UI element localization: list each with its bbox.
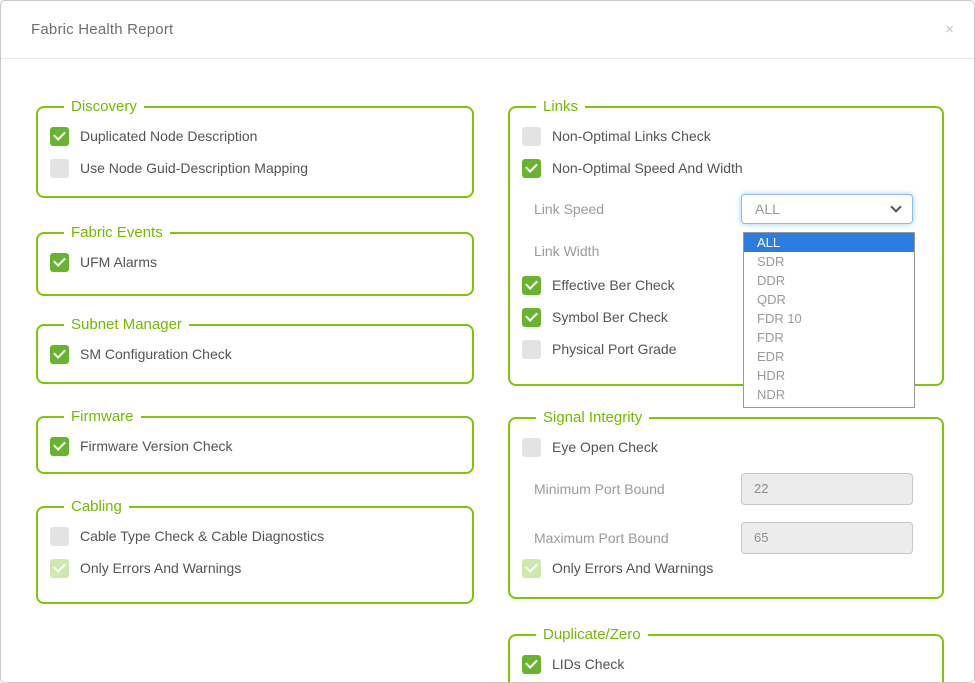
dialog-header: Fabric Health Report × — [1, 1, 974, 59]
checkbox-row: SM Configuration Check — [50, 345, 460, 364]
checkbox-label: SM Configuration Check — [80, 346, 232, 362]
link-speed-dropdown-list: ALL SDR DDR QDR FDR 10 FDR EDR HDR NDR — [743, 232, 915, 408]
section-links-legend: Links — [536, 99, 585, 116]
dropdown-option-ddr[interactable]: DDR — [744, 271, 914, 290]
section-cabling-legend: Cabling — [64, 499, 129, 516]
section-fabric-events: Fabric Events UFM Alarms — [36, 225, 474, 296]
checkbox-sm-configuration-check[interactable] — [50, 345, 69, 364]
checkbox-row: Only Errors And Warnings — [522, 559, 930, 578]
checkbox-non-optimal-speed-and-width[interactable] — [522, 159, 541, 178]
chevron-down-icon — [890, 201, 901, 212]
checkbox-row: UFM Alarms — [50, 253, 460, 272]
checkbox-lids-check[interactable] — [522, 655, 541, 674]
checkbox-label: Eye Open Check — [552, 439, 658, 455]
checkbox-row: Non-Optimal Speed And Width — [522, 159, 930, 178]
checkbox-signal-only-errors-and-warnings — [522, 559, 541, 578]
checkbox-label: Effective Ber Check — [552, 277, 675, 293]
section-duplicate-zero-legend: Duplicate/Zero — [536, 627, 648, 644]
right-column: Links Non-Optimal Links Check Non-Optima… — [508, 99, 944, 682]
checkbox-label: Firmware Version Check — [80, 438, 233, 454]
checkbox-label: LIDs Check — [552, 656, 624, 672]
checkbox-label: UFM Alarms — [80, 254, 157, 270]
checkbox-label: Only Errors And Warnings — [80, 560, 241, 576]
section-firmware-legend: Firmware — [64, 409, 141, 426]
checkbox-non-optimal-links-check[interactable] — [522, 127, 541, 146]
dialog-body: Discovery Duplicated Node Description Us… — [1, 59, 974, 682]
maximum-port-bound-label: Maximum Port Bound — [534, 530, 741, 546]
checkbox-row: Eye Open Check — [522, 438, 930, 457]
link-speed-select-wrap: ALL ALL SDR DDR QDR FDR 10 FDR EDR HDR — [741, 194, 913, 224]
link-width-label: Link Width — [534, 243, 741, 259]
checkbox-row: Cable Type Check & Cable Diagnostics — [50, 527, 460, 546]
checkbox-duplicated-node-description[interactable] — [50, 127, 69, 146]
link-speed-select[interactable]: ALL — [741, 194, 913, 224]
checkbox-effective-ber-check[interactable] — [522, 276, 541, 295]
section-signal-integrity: Signal Integrity Eye Open Check Minimum … — [508, 410, 944, 599]
checkbox-row: LIDs Check — [522, 655, 930, 674]
checkbox-symbol-ber-check[interactable] — [522, 308, 541, 327]
checkbox-label: Non-Optimal Speed And Width — [552, 160, 743, 176]
section-signal-integrity-legend: Signal Integrity — [536, 410, 649, 427]
section-discovery-legend: Discovery — [64, 99, 144, 116]
section-subnet-manager: Subnet Manager SM Configuration Check — [36, 317, 474, 384]
dropdown-option-ndr[interactable]: NDR — [744, 385, 914, 404]
checkbox-label: Duplicated Node Description — [80, 128, 257, 144]
fabric-health-report-dialog: Fabric Health Report × Discovery Duplica… — [0, 0, 975, 683]
checkbox-label: Physical Port Grade — [552, 341, 677, 357]
checkbox-row: Firmware Version Check — [50, 437, 460, 456]
link-speed-selected-value: ALL — [755, 201, 780, 217]
checkbox-use-node-guid-description-mapping[interactable] — [50, 159, 69, 178]
checkbox-physical-port-grade[interactable] — [522, 340, 541, 359]
checkbox-label: Cable Type Check & Cable Diagnostics — [80, 528, 324, 544]
close-icon[interactable]: × — [945, 22, 954, 37]
checkbox-ufm-alarms[interactable] — [50, 253, 69, 272]
section-links: Links Non-Optimal Links Check Non-Optima… — [508, 99, 944, 386]
minimum-port-bound-label: Minimum Port Bound — [534, 481, 741, 497]
checkbox-label: Use Node Guid-Description Mapping — [80, 160, 308, 176]
checkbox-row: Only Errors And Warnings — [50, 559, 460, 578]
dropdown-option-all[interactable]: ALL — [744, 233, 914, 252]
link-speed-row: Link Speed ALL ALL SDR DDR QDR FDR 10 — [534, 194, 930, 224]
checkbox-row: Non-Optimal Links Check — [522, 127, 930, 146]
checkbox-cable-type-check[interactable] — [50, 527, 69, 546]
link-speed-label: Link Speed — [534, 201, 741, 217]
checkbox-row: Use Node Guid-Description Mapping — [50, 159, 460, 178]
maximum-port-bound-row: Maximum Port Bound — [534, 522, 930, 554]
dropdown-option-qdr[interactable]: QDR — [744, 290, 914, 309]
checkbox-firmware-version-check[interactable] — [50, 437, 69, 456]
maximum-port-bound-input — [741, 522, 913, 554]
left-column: Discovery Duplicated Node Description Us… — [36, 99, 474, 682]
checkbox-eye-open-check[interactable] — [522, 438, 541, 457]
section-subnet-manager-legend: Subnet Manager — [64, 317, 189, 334]
minimum-port-bound-input — [741, 473, 913, 505]
checkbox-label: Only Errors And Warnings — [552, 560, 713, 576]
checkbox-cabling-only-errors-and-warnings — [50, 559, 69, 578]
dialog-title: Fabric Health Report — [31, 21, 173, 38]
minimum-port-bound-row: Minimum Port Bound — [534, 473, 930, 505]
checkbox-label: Symbol Ber Check — [552, 309, 668, 325]
checkbox-row: Duplicated Node Description — [50, 127, 460, 146]
section-discovery: Discovery Duplicated Node Description Us… — [36, 99, 474, 198]
section-duplicate-zero: Duplicate/Zero LIDs Check — [508, 627, 944, 683]
section-firmware: Firmware Firmware Version Check — [36, 409, 474, 474]
section-fabric-events-legend: Fabric Events — [64, 225, 170, 242]
section-cabling: Cabling Cable Type Check & Cable Diagnos… — [36, 499, 474, 604]
checkbox-label: Non-Optimal Links Check — [552, 128, 711, 144]
dropdown-option-hdr[interactable]: HDR — [744, 366, 914, 385]
dropdown-option-sdr[interactable]: SDR — [744, 252, 914, 271]
dropdown-option-edr[interactable]: EDR — [744, 347, 914, 366]
dropdown-option-fdr10[interactable]: FDR 10 — [744, 309, 914, 328]
dropdown-option-fdr[interactable]: FDR — [744, 328, 914, 347]
